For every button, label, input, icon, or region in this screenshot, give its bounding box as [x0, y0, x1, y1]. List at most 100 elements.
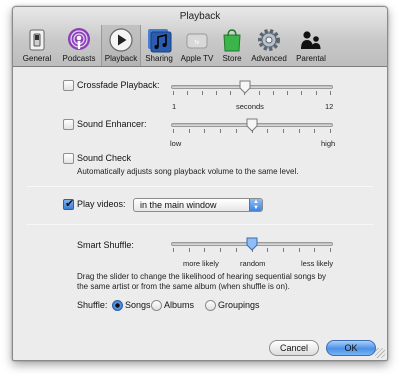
slider-tick: [283, 129, 284, 133]
sound-check-checkbox[interactable]: [63, 153, 74, 164]
shuffle-radio-albums[interactable]: [151, 300, 162, 311]
slider-tick: [236, 248, 237, 252]
svg-text:tv: tv: [195, 40, 200, 46]
slider-tick: [283, 248, 284, 252]
slider-tick: [204, 129, 205, 133]
slider-tick: [230, 91, 231, 95]
shuffle-option-groupings[interactable]: Groupings: [218, 300, 260, 310]
tab-podcasts[interactable]: Podcasts: [57, 25, 101, 66]
crossfade-mid-label: seconds: [236, 102, 264, 111]
sound-enhancer-min-label: low: [170, 139, 182, 148]
smart-shuffle-mid-label: random: [240, 259, 266, 268]
slider-tick: [314, 248, 315, 252]
smart-shuffle-description-line2: the same artist or from the same album (…: [77, 282, 290, 291]
separator: [27, 224, 373, 225]
shuffle-option-albums[interactable]: Albums: [164, 300, 194, 310]
slider-tick: [220, 248, 221, 252]
tab-label: Store: [222, 54, 242, 63]
slider-tick: [273, 91, 274, 95]
apple-tv-icon: tv: [186, 33, 208, 49]
sharing-music-icon: [148, 29, 172, 53]
smart-shuffle-max-label: less likely: [301, 259, 334, 268]
tab-label: Podcasts: [62, 54, 96, 63]
slider-tick: [173, 91, 174, 95]
play-videos-checkbox[interactable]: [63, 197, 74, 210]
preferences-toolbar: General Podcasts Playback Sharing tv App…: [17, 25, 383, 67]
separator: [27, 186, 373, 187]
cancel-button[interactable]: Cancel: [269, 340, 319, 356]
tab-label: Parental: [296, 54, 326, 63]
play-videos-label: Play videos:: [77, 199, 126, 209]
crossfade-label: Crossfade Playback:: [77, 80, 160, 90]
sound-check-description: Automatically adjusts song playback volu…: [77, 167, 299, 176]
smart-shuffle-min-label: more likely: [183, 259, 219, 268]
playback-pane: Crossfade Playback: 1 seconds 12 Sound E…: [13, 67, 387, 360]
tab-sharing[interactable]: Sharing: [141, 25, 177, 66]
sound-enhancer-max-label: high: [321, 139, 336, 148]
tab-store[interactable]: Store: [217, 25, 247, 66]
slider-tick: [236, 129, 237, 133]
crossfade-slider-ticks: [173, 91, 331, 95]
slider-tick: [189, 248, 190, 252]
store-bag-icon: [223, 29, 241, 52]
tab-label: Sharing: [145, 54, 173, 63]
tab-advanced[interactable]: Advanced: [247, 25, 291, 66]
slider-tick: [267, 129, 268, 133]
smart-shuffle-label: Smart Shuffle:: [77, 240, 134, 250]
sound-enhancer-slider-knob[interactable]: [246, 118, 258, 132]
shuffle-radio-groupings[interactable]: [205, 300, 216, 311]
crossfade-slider-track[interactable]: [171, 85, 333, 89]
smart-shuffle-slider-knob[interactable]: [246, 237, 258, 251]
tab-apple-tv[interactable]: tv Apple TV: [177, 25, 217, 66]
tab-label: Advanced: [251, 54, 287, 63]
window-title: Playback: [179, 11, 221, 22]
play-videos-popup[interactable]: in the main window ▲ ▼: [133, 198, 263, 212]
play-videos-selected-option: in the main window: [140, 200, 217, 210]
slider-tick: [301, 91, 302, 95]
parental-people-icon: [301, 31, 321, 49]
slider-tick: [316, 91, 317, 95]
tab-playback[interactable]: Playback: [101, 25, 141, 66]
gear-icon: [258, 29, 280, 51]
slider-tick: [299, 129, 300, 133]
crossfade-max-label: 12: [325, 102, 334, 111]
slider-tick: [287, 91, 288, 95]
tab-general[interactable]: General: [17, 25, 57, 66]
slider-tick: [330, 91, 331, 95]
slider-tick: [267, 248, 268, 252]
tab-label: General: [22, 54, 52, 63]
tab-label: Apple TV: [180, 54, 214, 63]
shuffle-radio-songs[interactable]: [112, 300, 123, 311]
slider-tick: [330, 248, 331, 252]
slider-tick: [189, 129, 190, 133]
slider-tick: [314, 129, 315, 133]
sound-check-label: Sound Check: [77, 153, 132, 163]
tab-parental[interactable]: Parental: [291, 25, 331, 66]
general-switch-icon: [29, 29, 45, 51]
popup-arrows-icon: ▲ ▼: [249, 199, 262, 211]
slider-tick: [220, 129, 221, 133]
slider-tick: [259, 91, 260, 95]
crossfade-checkbox[interactable]: [63, 80, 74, 91]
slider-tick: [204, 248, 205, 252]
crossfade-min-label: 1: [172, 102, 177, 111]
sound-enhancer-label: Sound Enhancer:: [77, 119, 147, 129]
smart-shuffle-description-line1: Drag the slider to change the likelihood…: [77, 272, 327, 281]
slider-tick: [330, 129, 331, 133]
preferences-window: Playback General Podcasts Playback Shari…: [12, 6, 388, 361]
crossfade-slider-knob[interactable]: [239, 80, 251, 94]
slider-tick: [202, 91, 203, 95]
slider-tick: [173, 129, 174, 133]
tab-label: Playback: [104, 54, 138, 63]
slider-tick: [173, 248, 174, 252]
slider-tick: [187, 91, 188, 95]
play-icon: [109, 28, 133, 52]
resize-grip[interactable]: [375, 348, 385, 358]
slider-tick: [299, 248, 300, 252]
slider-tick: [216, 91, 217, 95]
podcast-icon: [68, 28, 90, 50]
shuffle-label: Shuffle:: [77, 300, 108, 310]
sound-enhancer-checkbox[interactable]: [63, 119, 74, 130]
shuffle-option-songs[interactable]: Songs: [125, 300, 151, 310]
ok-button[interactable]: OK: [326, 340, 376, 356]
